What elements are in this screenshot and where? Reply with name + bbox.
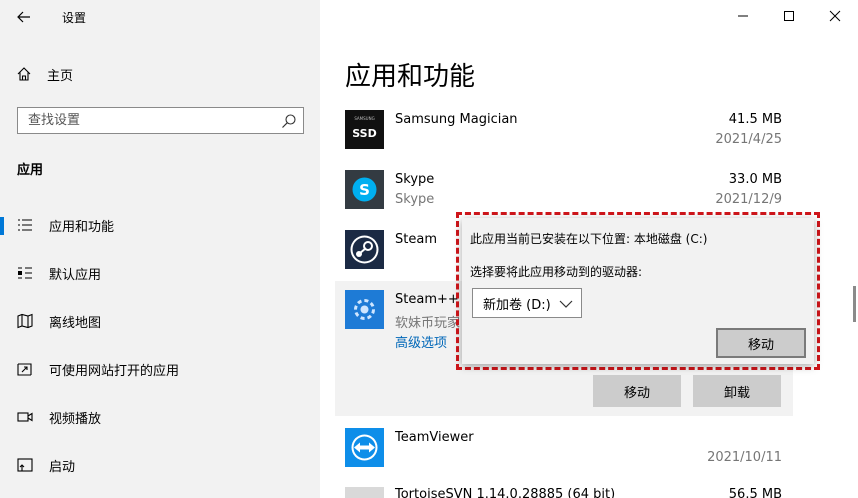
drive-dropdown-value: 新加卷 (D:) (483, 297, 551, 313)
page-title: 应用和功能 (345, 62, 476, 92)
advanced-options-link[interactable]: 高级选项 (395, 332, 447, 351)
back-button[interactable] (10, 4, 38, 30)
close-button[interactable] (812, 0, 858, 32)
chevron-down-icon (559, 300, 573, 308)
search-input[interactable] (18, 108, 268, 133)
move-button[interactable]: 移动 (593, 375, 681, 407)
steampp-icon (345, 290, 384, 329)
steam-icon (345, 230, 384, 269)
list-item[interactable]: SAMSUNG SSD Samsung Magician 41.5 MB 2021… (320, 110, 800, 170)
app-name: Steam++ (395, 292, 459, 307)
svg-text:SAMSUNG: SAMSUNG (354, 116, 374, 121)
home-icon (17, 67, 31, 81)
confirm-move-button[interactable]: 移动 (716, 328, 806, 358)
sidebar-item-video-playback[interactable]: 视频播放 (0, 397, 320, 437)
list-item[interactable]: TeamViewer 2021/10/11 (320, 428, 800, 488)
app-name: Samsung Magician (395, 112, 518, 127)
startup-icon (17, 458, 33, 472)
sidebar-item-label: 视频播放 (49, 411, 102, 427)
maximize-button[interactable] (766, 0, 812, 32)
sidebar-item-label: 启动 (49, 459, 76, 475)
app-size: 33.0 MB (728, 172, 782, 187)
default-apps-icon (18, 267, 32, 279)
app-name: TortoiseSVN 1.14.0.28885 (64 bit) (395, 487, 616, 498)
app-date: 2021/12/9 (715, 192, 782, 207)
section-heading: 应用 (17, 163, 44, 178)
sidebar: 设置 主页 应用 应用和功能 默认应用 离线地图 可使用网站打开的应用 视频播放… (0, 0, 320, 498)
sidebar-item-label: 离线地图 (49, 315, 102, 331)
app-name: Skype (395, 172, 435, 187)
sidebar-item-offline-maps[interactable]: 离线地图 (0, 301, 320, 341)
app-name: Steam (395, 232, 437, 247)
sidebar-item-label: 主页 (47, 68, 74, 84)
window-title: 设置 (62, 11, 87, 25)
scrollbar-thumb[interactable] (853, 286, 856, 322)
app-name: TeamViewer (395, 430, 474, 445)
app-size: 56.5 MB (728, 487, 782, 498)
move-app-dialog: 此应用当前已安装在以下位置: 本地磁盘 (C:) 选择要将此应用移动到的驱动器:… (462, 218, 814, 364)
teamviewer-icon (345, 428, 384, 467)
sidebar-item-label: 默认应用 (49, 267, 102, 283)
drive-dropdown[interactable]: 新加卷 (D:) (472, 288, 582, 318)
sidebar-item-apps-for-websites[interactable]: 可使用网站打开的应用 (0, 349, 320, 389)
sidebar-item-label: 应用和功能 (49, 219, 115, 235)
maximize-icon (784, 11, 794, 21)
app-date: 2021/4/25 (715, 132, 782, 147)
ssd-icon: SAMSUNG SSD (345, 110, 384, 149)
map-icon (17, 313, 33, 329)
sidebar-item-label: 可使用网站打开的应用 (49, 363, 180, 379)
app-date: 2021/10/11 (707, 450, 782, 465)
app-publisher: 软妹币玩家 (395, 316, 461, 331)
sidebar-item-home[interactable]: 主页 (16, 64, 73, 84)
settings-search (17, 107, 304, 134)
list-icon (18, 219, 32, 231)
back-arrow-icon (17, 11, 30, 23)
app-publisher: Skype (395, 192, 435, 207)
minimize-button[interactable] (720, 0, 766, 32)
minimize-icon (738, 15, 748, 17)
tortoisesvn-icon (345, 487, 384, 498)
app-size: 41.5 MB (728, 112, 782, 127)
list-item[interactable]: TortoiseSVN 1.14.0.28885 (64 bit) 56.5 M… (320, 487, 800, 498)
uninstall-button[interactable]: 卸载 (693, 375, 781, 407)
sidebar-item-default-apps[interactable]: 默认应用 (0, 253, 320, 293)
open-website-icon (17, 363, 32, 376)
sidebar-item-startup[interactable]: 启动 (0, 445, 320, 485)
skype-icon: S (345, 170, 384, 209)
current-location-text: 此应用当前已安装在以下位置: 本地磁盘 (C:) (470, 232, 708, 246)
video-icon (17, 412, 33, 422)
sidebar-item-apps-features[interactable]: 应用和功能 (0, 205, 320, 245)
svg-text:S: S (359, 181, 370, 199)
close-icon (829, 10, 841, 22)
choose-drive-text: 选择要将此应用移动到的驱动器: (470, 265, 643, 279)
search-icon[interactable] (281, 113, 297, 129)
svg-text:SSD: SSD (352, 127, 376, 140)
